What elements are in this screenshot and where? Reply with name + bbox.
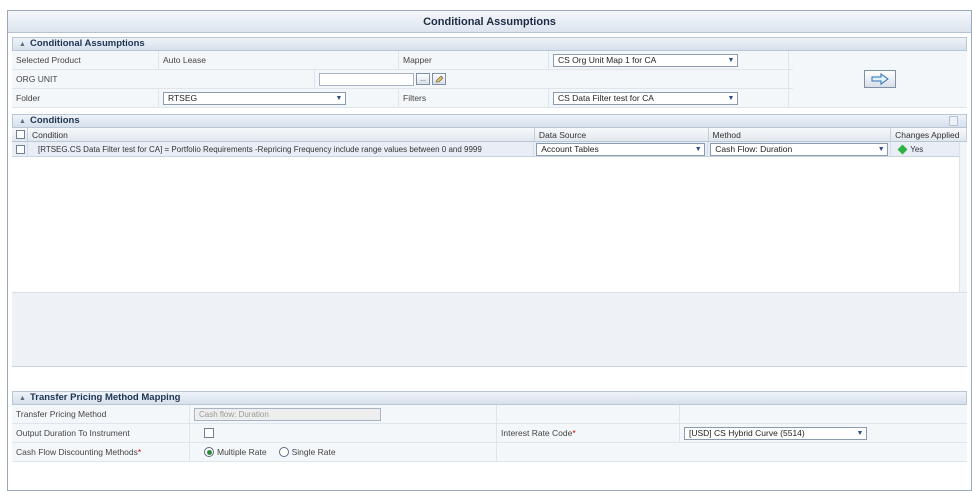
column-header-data-source[interactable]: Data Source	[535, 128, 709, 141]
output-duration-checkbox[interactable]	[204, 428, 214, 438]
changes-applied-value: Yes	[910, 144, 924, 154]
selected-product-label: Selected Product	[12, 51, 159, 69]
data-source-select[interactable]: Account Tables ▼	[536, 142, 706, 156]
column-header-changes-applied[interactable]: Changes Applied	[891, 128, 967, 141]
chevron-down-icon[interactable]: ▼	[876, 145, 886, 154]
tp-mapping-section-header[interactable]: ▲ Transfer Pricing Method Mapping	[12, 391, 967, 405]
mapper-select-value: CS Org Unit Map 1 for CA	[558, 55, 657, 65]
conditions-section-title: Conditions	[30, 115, 80, 126]
interest-rate-code-value: [USD] CS Hybrid Curve (5514)	[689, 428, 805, 438]
output-duration-label: Output Duration To Instrument	[12, 424, 190, 442]
folder-select-value: RTSEG	[168, 93, 198, 103]
single-rate-label: Single Rate	[291, 447, 336, 457]
browse-button[interactable]: ...	[416, 73, 430, 85]
go-button[interactable]	[864, 70, 896, 88]
arrow-right-icon	[871, 73, 889, 85]
required-marker: *	[137, 447, 142, 457]
method-select[interactable]: Cash Flow: Duration ▼	[710, 142, 889, 156]
chevron-up-icon[interactable]: ▲	[19, 393, 27, 405]
mapper-select[interactable]: CS Org Unit Map 1 for CA ▼	[553, 53, 738, 67]
required-marker: *	[572, 428, 576, 438]
select-all-checkbox[interactable]	[16, 130, 25, 139]
multiple-rate-label: Multiple Rate	[217, 447, 267, 457]
conditions-grid-header: Condition Data Source Method Changes App…	[12, 128, 967, 142]
condition-cell: [RTSEG.CS Data Filter test for CA] = Por…	[28, 142, 535, 156]
mapper-label: Mapper	[399, 51, 549, 69]
conditions-section-header[interactable]: ▲ Conditions	[12, 114, 967, 128]
interest-rate-code-label: Interest Rate Code	[501, 428, 573, 438]
page-title: Conditional Assumptions	[8, 11, 971, 33]
folder-label: Folder	[12, 89, 159, 107]
chevron-down-icon[interactable]: ▼	[726, 56, 736, 65]
discount-methods-label: Cash Flow Discounting Methods	[16, 447, 138, 457]
multiple-rate-radio[interactable]	[204, 447, 214, 457]
tp-mapping-section-title: Transfer Pricing Method Mapping	[30, 392, 181, 403]
chevron-down-icon[interactable]: ▼	[693, 145, 703, 154]
table-row[interactable]: [RTSEG.CS Data Filter test for CA] = Por…	[12, 142, 967, 157]
column-header-condition[interactable]: Condition	[28, 128, 535, 141]
main-window: Conditional Assumptions ▲ Conditional Ass…	[7, 10, 972, 491]
conditions-section: ▲ Conditions Condition Data Source Method…	[8, 108, 971, 367]
selected-product-value: Auto Lease	[159, 51, 399, 69]
row-checkbox[interactable]	[16, 144, 25, 154]
folder-select[interactable]: RTSEG ▼	[163, 91, 346, 105]
chevron-up-icon[interactable]: ▲	[19, 39, 27, 51]
column-header-method[interactable]: Method	[709, 128, 892, 141]
conditions-grid-body: [RTSEG.CS Data Filter test for CA] = Por…	[12, 142, 967, 292]
chevron-down-icon[interactable]: ▼	[855, 429, 865, 438]
filters-label: Filters	[399, 89, 549, 107]
edit-icon[interactable]	[432, 73, 446, 85]
org-unit-input[interactable]	[319, 72, 414, 86]
interest-rate-code-select[interactable]: [USD] CS Hybrid Curve (5514) ▼	[684, 426, 867, 440]
chevron-down-icon[interactable]: ▼	[726, 94, 736, 103]
delete-icon[interactable]	[949, 116, 958, 126]
filters-select-value: CS Data Filter test for CA	[558, 93, 654, 103]
tp-method-label: Transfer Pricing Method	[12, 405, 190, 423]
org-unit-label: ORG UNIT	[12, 70, 315, 88]
conditions-grid-footer	[12, 292, 967, 367]
assumptions-section-header[interactable]: ▲ Conditional Assumptions	[12, 37, 967, 51]
tp-method-field: Cash flow: Duration	[194, 407, 381, 421]
green-diamond-icon	[897, 144, 908, 154]
vertical-scrollbar[interactable]	[959, 142, 967, 292]
chevron-down-icon[interactable]: ▼	[334, 94, 344, 103]
assumptions-section: ▲ Conditional Assumptions Selected Produc…	[8, 33, 971, 108]
data-source-value: Account Tables	[541, 144, 599, 154]
method-value: Cash Flow: Duration	[715, 144, 793, 154]
single-rate-radio[interactable]	[278, 447, 289, 457]
tp-mapping-section: ▲ Transfer Pricing Method Mapping Transfe…	[8, 367, 971, 462]
filters-select[interactable]: CS Data Filter test for CA ▼	[553, 91, 738, 105]
assumptions-section-title: Conditional Assumptions	[30, 38, 145, 49]
chevron-up-icon[interactable]: ▲	[19, 116, 27, 128]
